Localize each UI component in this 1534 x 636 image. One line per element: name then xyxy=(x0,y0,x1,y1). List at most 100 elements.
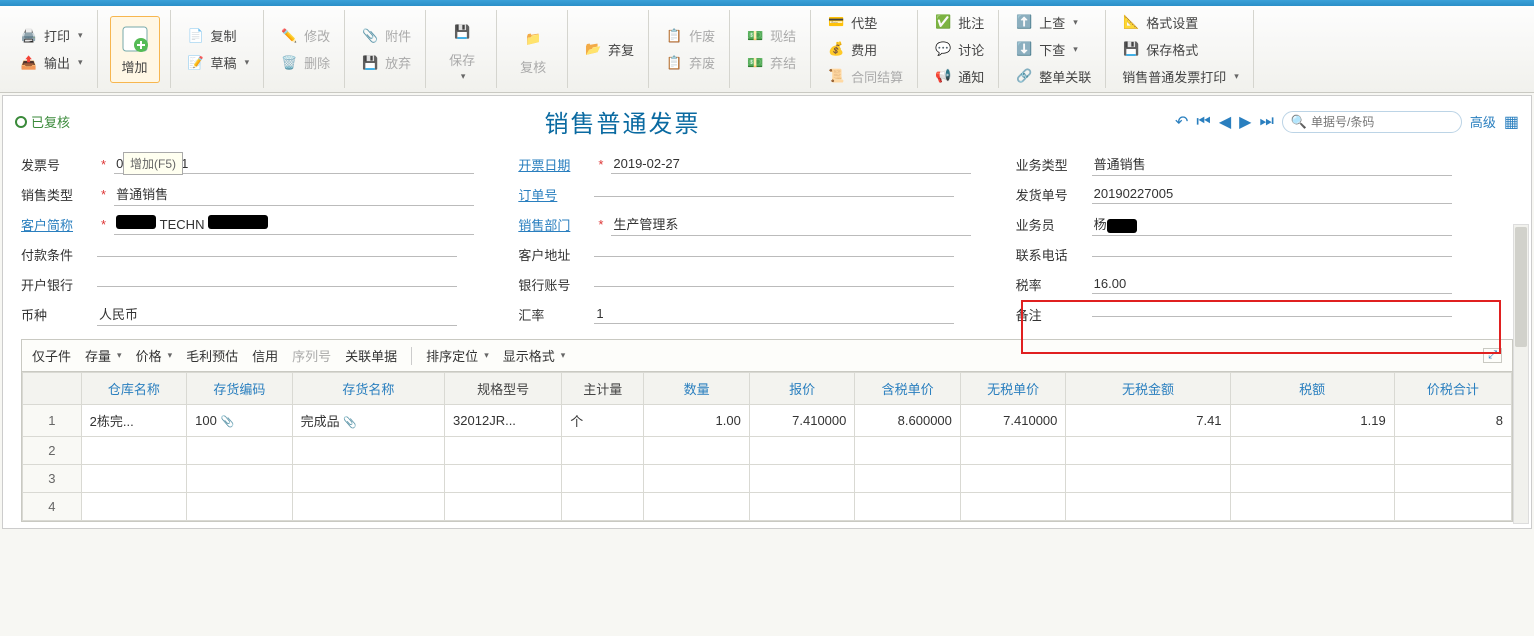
review-icon: 📁 xyxy=(517,23,549,55)
clip-icon: 📎 xyxy=(361,27,379,45)
table-row[interactable]: 2 xyxy=(23,437,1512,465)
exchange-value[interactable]: 1 xyxy=(594,304,954,324)
related-button[interactable]: 关联单据 xyxy=(345,346,397,365)
sales-dept-value[interactable]: 生产管理系 xyxy=(611,212,971,236)
approve-icon: ✅ xyxy=(934,13,952,31)
print-button[interactable]: 🖨️打印▾ xyxy=(16,24,87,47)
pay-terms-label: 付款条件 xyxy=(21,245,93,264)
credit-button[interactable]: 信用 xyxy=(252,346,278,365)
save-format-button[interactable]: 💾保存格式 xyxy=(1118,38,1243,61)
recover-button[interactable]: 📂弃复 xyxy=(580,38,638,61)
col-spec[interactable]: 规格型号 xyxy=(445,373,562,405)
grid-header-row: 仓库名称 存货编码 存货名称 规格型号 主计量 数量 报价 含税单价 无税单价 … xyxy=(23,373,1512,405)
col-unit[interactable]: 主计量 xyxy=(562,373,644,405)
next-button[interactable]: ▶ xyxy=(1239,112,1251,132)
up-search-button[interactable]: ⬆️上查▾ xyxy=(1011,11,1095,34)
line-grid: 仓库名称 存货编码 存货名称 规格型号 主计量 数量 报价 含税单价 无税单价 … xyxy=(21,371,1513,522)
bank-value[interactable] xyxy=(97,282,457,287)
status-badge: 已复核 xyxy=(15,112,70,131)
currency-value[interactable]: 人民币 xyxy=(97,302,457,326)
sale-type-label: 销售类型 xyxy=(21,185,93,204)
discard-icon: 📋 xyxy=(665,54,683,72)
first-button[interactable]: ⏮ xyxy=(1196,113,1210,131)
table-row[interactable]: 3 xyxy=(23,465,1512,493)
expense-button[interactable]: 💰费用 xyxy=(823,38,907,61)
export-button[interactable]: 📤输出▾ xyxy=(16,51,87,74)
link-icon: 🔗 xyxy=(1015,67,1033,85)
stock-button[interactable]: 存量▾ xyxy=(85,346,122,365)
main-toolbar: 🖨️打印▾ 📤输出▾ 增加 📄复制 📝草稿▾ ✏️修改 🗑️删除 📎附件 💾放弃… xyxy=(0,6,1534,93)
advanced-link[interactable]: 高级 xyxy=(1470,112,1496,131)
only-sub-button[interactable]: 仅子件 xyxy=(32,346,71,365)
search-box[interactable]: 🔍 xyxy=(1282,111,1462,133)
search-input[interactable] xyxy=(1311,115,1441,129)
discuss-icon: 💬 xyxy=(934,40,952,58)
account-no-value[interactable] xyxy=(594,282,954,287)
contract-icon: 📜 xyxy=(827,67,845,85)
undo-button[interactable]: ↶ xyxy=(1175,112,1188,132)
copy-icon: 📄 xyxy=(187,27,205,45)
down-search-button[interactable]: ⬇️下查▾ xyxy=(1011,38,1095,61)
format-set-button[interactable]: 📐格式设置 xyxy=(1118,11,1243,34)
tax-rate-value[interactable]: 16.00 xyxy=(1092,274,1452,294)
remark-value[interactable] xyxy=(1092,312,1452,317)
vertical-scrollbar[interactable] xyxy=(1513,224,1529,524)
advance-button[interactable]: 💳代垫 xyxy=(823,11,907,34)
pay-terms-value[interactable] xyxy=(97,252,457,257)
col-qty[interactable]: 数量 xyxy=(644,373,750,405)
last-button[interactable]: ⏭ xyxy=(1259,113,1273,131)
copy-button[interactable]: 📄复制 xyxy=(183,24,254,47)
customer-label[interactable]: 客户简称 xyxy=(21,215,93,234)
col-taxprice[interactable]: 含税单价 xyxy=(855,373,961,405)
tax-rate-label: 税率 xyxy=(1016,275,1088,294)
notify-button[interactable]: 📢通知 xyxy=(930,65,988,88)
discard-button: 📋弃废 xyxy=(661,51,719,74)
col-total[interactable]: 价税合计 xyxy=(1394,373,1511,405)
contact-value[interactable] xyxy=(1092,252,1452,257)
whole-link-button[interactable]: 🔗整单关联 xyxy=(1011,65,1095,88)
customer-value[interactable]: TECHN xyxy=(114,213,474,235)
salesman-value[interactable]: 杨 xyxy=(1092,212,1452,236)
invoice-date-label[interactable]: 开票日期 xyxy=(518,155,590,174)
recover-icon: 📂 xyxy=(584,40,602,58)
delivery-no-value[interactable]: 20190227005 xyxy=(1092,184,1452,204)
add-button[interactable]: 增加 xyxy=(110,16,160,83)
discuss-button[interactable]: 💬讨论 xyxy=(930,38,988,61)
add-tooltip: 增加(F5) xyxy=(123,152,183,175)
cash-icon: 💵 xyxy=(746,27,764,45)
col-invcode[interactable]: 存货编码 xyxy=(187,373,293,405)
order-no-label[interactable]: 订单号 xyxy=(518,185,590,204)
void-button: 📋作废 xyxy=(661,24,719,47)
col-notaxamt[interactable]: 无税金额 xyxy=(1066,373,1230,405)
col-warehouse[interactable]: 仓库名称 xyxy=(81,373,187,405)
draft-button[interactable]: 📝草稿▾ xyxy=(183,51,254,74)
page-title: 销售普通发票 xyxy=(70,104,1175,139)
prev-button[interactable]: ◀ xyxy=(1219,112,1231,132)
col-quote[interactable]: 报价 xyxy=(749,373,855,405)
sale-type-value[interactable]: 普通销售 xyxy=(114,182,474,206)
delete-icon: 🗑️ xyxy=(280,54,298,72)
price-button[interactable]: 价格▾ xyxy=(136,346,173,365)
panel-icon[interactable]: ▦ xyxy=(1504,112,1519,132)
profit-button[interactable]: 毛利预估 xyxy=(186,346,238,365)
col-notaxprice[interactable]: 无税单价 xyxy=(960,373,1066,405)
col-taxamt[interactable]: 税额 xyxy=(1230,373,1394,405)
expand-grid-button[interactable]: ⤢ xyxy=(1483,348,1502,363)
sales-dept-label[interactable]: 销售部门 xyxy=(518,215,590,234)
table-row[interactable]: 12栋完...100 📎完成品 📎32012JR...个1.007.410000… xyxy=(23,405,1512,437)
display-button[interactable]: 显示格式▾ xyxy=(503,346,566,365)
table-row[interactable]: 4 xyxy=(23,493,1512,521)
abandon2-icon: 💵 xyxy=(746,54,764,72)
col-invname[interactable]: 存货名称 xyxy=(292,373,444,405)
invoice-print-button[interactable]: 销售普通发票打印▾ xyxy=(1118,65,1243,88)
sort-button[interactable]: 排序定位▾ xyxy=(426,346,489,365)
add-icon xyxy=(119,23,151,55)
abandon-save-button: 💾放弃 xyxy=(357,51,415,74)
order-no-value[interactable] xyxy=(594,192,954,197)
cust-addr-value[interactable] xyxy=(594,252,954,257)
serial-button: 序列号 xyxy=(292,346,331,365)
biz-type-value[interactable]: 普通销售 xyxy=(1092,152,1452,176)
invoice-date-value[interactable]: 2019-02-27 xyxy=(611,154,971,174)
printer-icon: 🖨️ xyxy=(20,27,38,45)
approve-button[interactable]: ✅批注 xyxy=(930,11,988,34)
